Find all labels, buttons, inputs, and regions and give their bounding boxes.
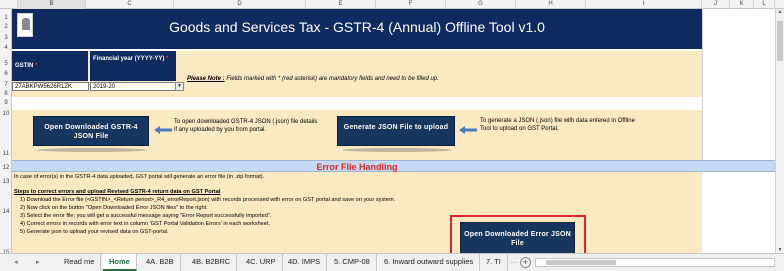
row-number[interactable]: 9 [0,100,12,106]
row-number[interactable]: 5 [0,61,12,67]
open-downloaded-json-button[interactable]: Open Downloaded GSTR-4 JSON File [33,116,149,146]
error-intro: In case of error(s) in the GSTR-4 data u… [14,174,265,180]
gstin-label: GSTIN [15,63,34,69]
tab-scroll-right-icon[interactable]: ▸ [36,258,40,266]
tab-4b-b2brc[interactable]: 4B. B2BRC [186,254,238,271]
scroll-up-icon[interactable]: ▲ [776,9,784,15]
open-json-description: To open downloaded GSTR-4 JSON (.json) f… [174,119,318,133]
gstin-header: GSTIN * [12,51,88,81]
title-banner: Goods and Services Tax - GSTR-4 (Annual)… [12,9,702,49]
tab-7-ti[interactable]: 7. TI [480,254,508,271]
taxpayer-info-band: GSTIN * Financial year (YYYY-YY) * 27ABK… [12,51,702,97]
column-header-i[interactable]: I [586,0,702,9]
spreadsheet-window: B C D E F G H I J K L 1 2 3 4 5 6 7 8 9 … [0,0,784,271]
row-number[interactable]: 6 [0,71,12,77]
json-actions-band: Open Downloaded GSTR-4 JSON File To open… [12,110,702,160]
row-header-bar: 1 2 3 4 5 6 7 8 9 10 11 12 13 14 15 [0,9,12,256]
mandatory-fields-note: Please Note : Fields marked with * (red … [187,76,439,82]
chevron-down-icon[interactable]: ▼ [175,82,184,91]
scrollbar-thumb[interactable] [546,260,616,265]
row-number[interactable]: 8 [0,91,12,97]
arrow-left-icon [459,126,477,134]
column-header-e[interactable]: E [306,0,376,9]
column-header-k[interactable]: K [730,0,754,9]
error-section-body: In case of error(s) in the GSTR-4 data u… [12,172,702,253]
note-text: Fields marked with * (red asterisk) are … [224,76,439,82]
vertical-scrollbar[interactable]: ▲ ▼ [775,9,784,253]
gstin-field[interactable]: 27ABKPW5626R1ZK [12,82,89,91]
row-number[interactable]: 1 [0,15,12,21]
row-number[interactable]: 14 [0,209,12,215]
column-header-b[interactable]: B [18,0,86,9]
error-section-title: Error File Handling [316,162,398,172]
column-header-d[interactable]: D [174,0,306,9]
column-header-j[interactable]: J [702,0,730,9]
tab-4a-b2b[interactable]: 4A. B2B [140,254,181,271]
scrollbar-thumb[interactable] [777,21,783,61]
row-number[interactable]: 11 [0,151,12,157]
add-sheet-icon[interactable]: + [520,257,531,268]
column-header-h[interactable]: H [516,0,586,9]
more-tabs-icon[interactable]: … [510,258,517,265]
error-section-header: Error File Handling [12,160,775,172]
step-item: 1) Download the Error file (<GSTIN>_<Ret… [20,197,396,203]
financial-year-header: Financial year (YYYY-YY) * [90,51,176,81]
tab-5-cmp-08[interactable]: 5. CMP-08 [328,254,377,271]
row-number[interactable]: 7 [0,82,12,88]
steps-title: Steps to correct errors and upload Revis… [14,189,221,195]
row-number[interactable]: 3 [0,35,12,41]
step-item: 2) Now click on the button "Open Downloa… [20,205,208,211]
column-header-g[interactable]: G [446,0,516,9]
generate-json-description: To generate a JSON (.json) file with dat… [480,118,635,132]
column-header-bar: B C D E F G H I J K L [0,0,784,9]
empty-columns [702,9,775,160]
page-title: Goods and Services Tax - GSTR-4 (Annual)… [169,19,545,35]
row-number[interactable]: 10 [0,111,12,117]
financial-year-field[interactable]: 2019-20 [90,82,176,91]
worksheet-grid[interactable]: Goods and Services Tax - GSTR-4 (Annual)… [12,9,775,253]
row-number[interactable]: 4 [0,45,12,51]
button-shadow [342,148,452,152]
note-label: Please Note : [187,76,225,82]
row-number[interactable]: 2 [0,24,12,30]
button-shadow [37,148,147,152]
tab-home[interactable]: Home [103,254,137,271]
spacer-row [12,97,702,110]
row-number[interactable]: 12 [0,165,12,171]
tab-6-inward-outward-supplies[interactable]: 6. Inward outward supplies [378,254,481,271]
generate-json-button[interactable]: Generate JSON File to upload [337,116,455,146]
row-number[interactable]: 13 [0,179,12,185]
step-item: 3) Select the error file; you will get a… [20,213,272,219]
step-item: 5) Generate json to upload your revised … [20,229,169,235]
tab-read-me[interactable]: Read me [58,254,102,271]
column-header-f[interactable]: F [376,0,446,9]
step-item: 4) Correct errors in records with error … [20,221,271,227]
column-header-l[interactable]: L [754,0,775,9]
open-error-json-button[interactable]: Open Downloaded Error JSON File [460,222,575,253]
financial-year-label: Financial year (YYYY-YY) [93,56,165,62]
tab-scroll-left-icon[interactable]: ◂ [14,258,18,266]
sheet-tab-bar: ◂ ▸ Read me Home 4A. B2B 4B. B2BRC 4C. U… [0,253,784,271]
tab-4d-imps[interactable]: 4D. IMPS [282,254,328,271]
tab-4c-urp[interactable]: 4C. URP [240,254,283,271]
horizontal-scrollbar[interactable] [535,258,775,267]
arrow-left-icon [154,126,172,134]
column-header-c[interactable]: C [86,0,174,9]
